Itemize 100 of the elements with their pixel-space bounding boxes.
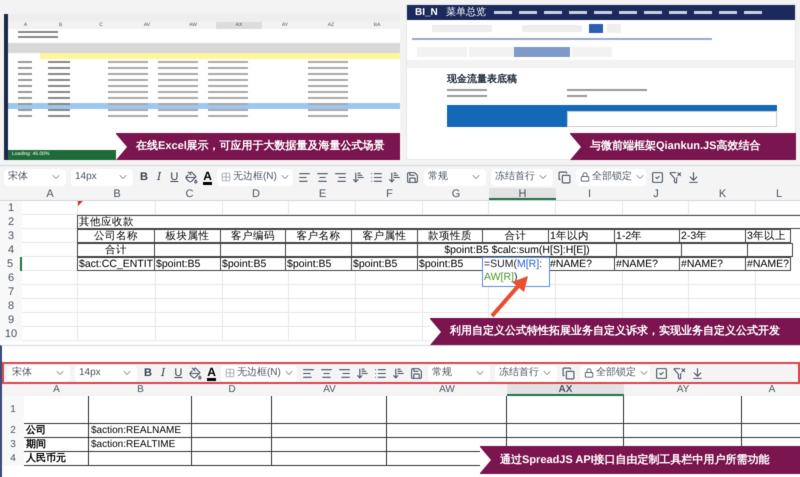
font-size-select[interactable]: 14px [75,364,137,382]
freeze-select[interactable]: 冻结首行 [494,364,557,382]
sort-icon[interactable] [356,366,369,380]
font-select[interactable]: 宋体 [8,364,70,382]
style-button[interactable]: U [168,168,180,186]
copy-icon[interactable] [558,170,571,184]
lock-icon [580,172,590,182]
style-button[interactable]: I [154,168,164,186]
row-number: 7 [0,285,22,299]
style-button[interactable]: B [138,168,150,186]
font-select[interactable]: 宋体 [4,168,66,186]
table-cell [689,285,756,299]
number-format-select[interactable]: 常规 [424,168,486,186]
copy-icon[interactable] [562,366,575,380]
style-button[interactable]: U [172,364,184,382]
table-cell [24,396,89,424]
align-center-icon[interactable] [320,366,333,380]
fill-color-icon[interactable] [185,170,198,184]
fill-color-icon[interactable] [189,366,202,380]
column-header: AX [507,384,624,396]
column-header: D [227,384,237,396]
checkbox-icon[interactable] [654,366,668,380]
column-header: A [768,384,776,396]
text-color-button[interactable]: A [203,170,212,184]
table-cell [356,285,423,299]
freeze-select[interactable]: 冻结首行 [490,168,553,186]
row-number: 2 [0,215,22,229]
align-right-icon[interactable] [334,170,347,184]
chevron-icon [480,447,492,473]
table-cell: $action:REALTIME [89,438,192,452]
list-icon[interactable] [374,366,387,380]
row-number: 1 [2,396,24,424]
column-header: J [652,188,660,200]
filter-icon[interactable] [672,366,686,380]
border-select[interactable]: 无边框(N) [220,364,297,382]
table-cell [747,243,793,257]
table-cell: 合计 [77,243,155,257]
lock-select[interactable]: 全部锁定 [580,364,650,382]
row-number: 5 [0,257,22,271]
table-cell: 客户编码 [220,229,286,243]
list-icon[interactable] [370,170,383,184]
column-header: A [45,188,55,200]
table-cell [156,271,223,285]
table-cell: $act:CC_ENTIT [77,257,155,271]
align-left-icon[interactable] [302,366,315,380]
column-header: AV [322,384,337,396]
filter-icon[interactable] [668,170,682,184]
table-cell [156,299,223,313]
table-cell [556,285,623,299]
align-right-icon[interactable] [338,366,351,380]
menu-overview-link[interactable]: 菜单总览 [446,6,486,18]
save-icon[interactable] [410,366,423,380]
column-header: AW [438,384,456,396]
table-cell: 期间 [24,438,89,452]
download-icon[interactable] [686,170,700,184]
sort-icon[interactable] [352,170,365,184]
table-cell: 1年以内 [548,229,615,243]
column-header: E [318,188,328,200]
row-number: 10 [0,327,22,341]
lock-select[interactable]: 全部锁定 [576,168,646,186]
text-color-button[interactable]: A [207,366,216,380]
column-header: H [489,188,556,200]
table-cell [356,299,423,313]
column-header: A [52,384,61,396]
table-cell [681,243,748,257]
save-icon[interactable] [406,170,419,184]
table-cell [156,313,223,327]
table-cell [689,201,756,215]
column-header: F [385,188,394,200]
table-cell: $point:B5 [154,257,221,271]
table-cell [289,271,356,285]
table-cell [289,313,356,327]
align-center-icon[interactable] [316,170,329,184]
sort-icon[interactable] [392,366,405,380]
table-cell: #NAME? [548,257,615,271]
download-icon[interactable] [690,366,704,380]
style-button[interactable]: I [158,364,168,382]
table-cell: 款项性质 [417,229,483,243]
caption-text: 与微前端框架Qiankun.JS高效结合 [589,138,762,154]
align-left-icon[interactable] [298,170,311,184]
style-button[interactable]: B [142,364,154,382]
number-format-select[interactable]: 常规 [428,364,490,382]
row-number: 8 [0,299,22,313]
sort-icon[interactable] [388,170,401,184]
column-header: G [450,188,462,200]
table-cell [689,271,756,285]
table-cell: 人民币元 [24,452,89,466]
font-size-select[interactable]: 14px [71,168,133,186]
border-select[interactable]: 无边框(N) [216,168,293,186]
row-number: 3 [2,438,24,452]
table-cell: 客户属性 [351,229,418,243]
table-cell: $action:REALNAME [89,424,192,438]
column-header: I [586,188,592,200]
checkbox-icon[interactable] [650,170,664,184]
table-cell [22,313,78,327]
table-cell [156,327,223,341]
table-cell [289,299,356,313]
table-cell [223,313,289,327]
row-number: 6 [0,271,22,285]
table-cell [223,299,289,313]
